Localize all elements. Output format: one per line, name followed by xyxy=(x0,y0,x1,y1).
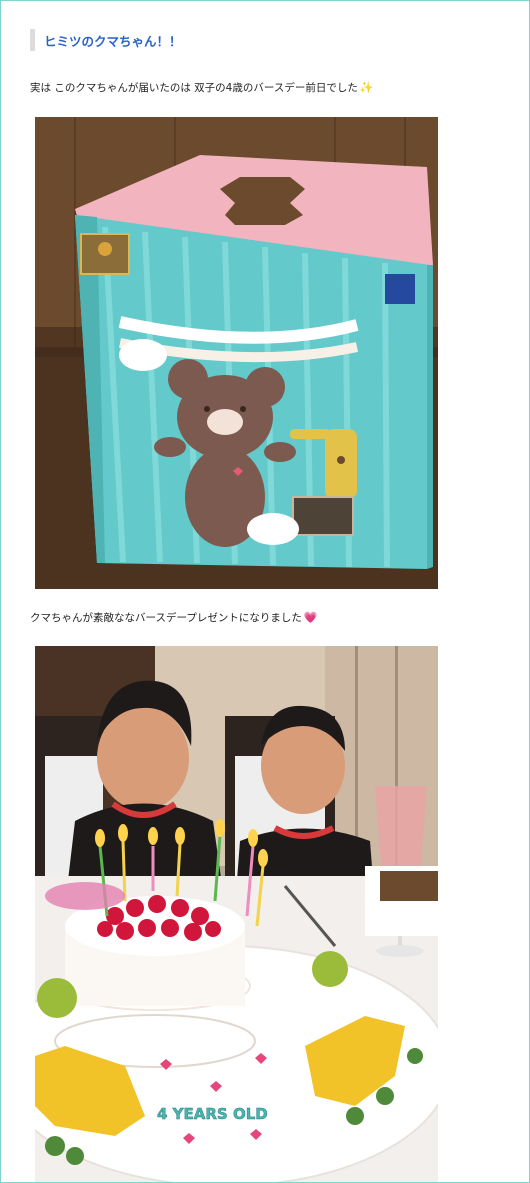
paragraph-1: 実は このクマちゃんが届いたのは 双子の4歳のバースデー前日でした ✨ xyxy=(30,80,374,95)
cake-plate-text: 4 YEARS OLD xyxy=(157,1105,268,1123)
photo-gift-box[interactable] xyxy=(35,117,438,589)
paragraph-2: クマちゃんが素敵ななバースデープレゼントになりました 💗 xyxy=(30,610,318,625)
paragraph-2-text: クマちゃんが素敵ななバースデープレゼントになりました xyxy=(30,612,302,624)
photo-birthday-cake[interactable]: 4 YEARS OLD xyxy=(35,646,438,1182)
heading-text: ヒミツのクマちゃん！！ xyxy=(44,33,182,49)
sparkling-heart-icon: 💗 xyxy=(303,611,318,624)
article-heading: ヒミツのクマちゃん！！ xyxy=(30,29,182,51)
paragraph-1-text: 実は このクマちゃんが届いたのは 双子の4歳のバースデー前日でした xyxy=(30,82,358,94)
sparkles-icon: ✨ xyxy=(359,81,374,94)
